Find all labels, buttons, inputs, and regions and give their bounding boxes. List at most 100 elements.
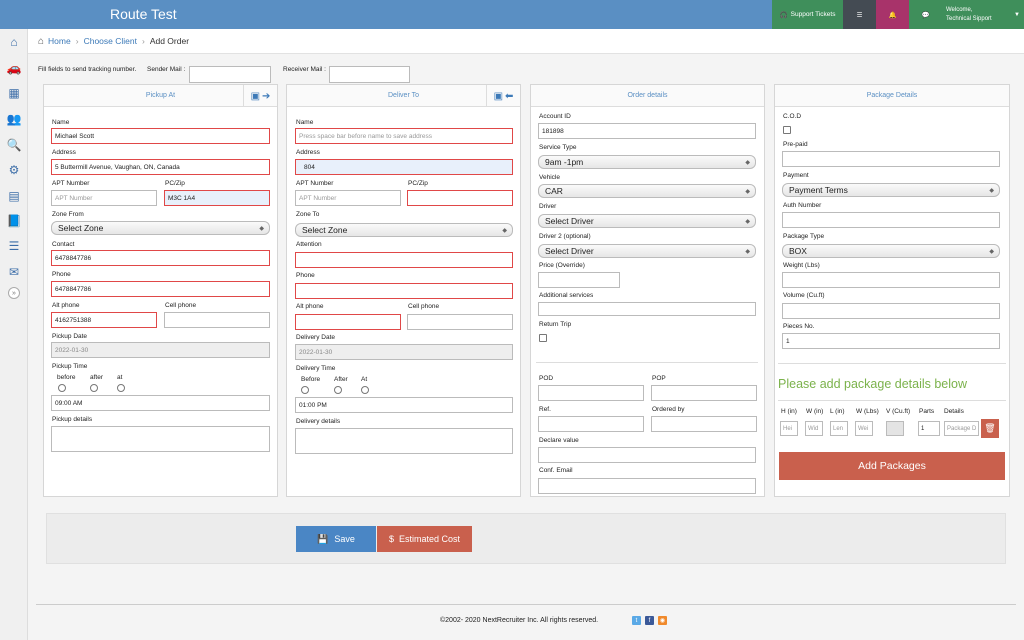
pickup-contact-input[interactable]: 6478847786	[51, 250, 270, 266]
receiver-mail-input[interactable]	[329, 66, 410, 83]
pickup-name-input[interactable]: Michael Scott	[51, 128, 270, 144]
auth-number-input[interactable]	[782, 212, 1000, 228]
pickup-address-input[interactable]: 5 Buttermill Avenue, Vaughan, ON, Canada	[51, 159, 270, 175]
deliver-cell-phone-input[interactable]	[407, 314, 513, 330]
sender-mail-input[interactable]	[189, 66, 271, 83]
mail-icon[interactable]: ✉	[6, 264, 22, 280]
pickup-zip-input[interactable]: M3C 1A4	[164, 190, 270, 206]
pkg-width-input[interactable]: Wid	[805, 421, 823, 436]
volume-input[interactable]	[782, 303, 1000, 319]
home-icon[interactable]: ⌂	[6, 34, 22, 50]
save-address-button[interactable]: ▣ ➔	[243, 85, 277, 107]
pop-input[interactable]	[651, 385, 757, 401]
cod-checkbox[interactable]	[783, 126, 791, 134]
pickup-time-after-radio[interactable]	[90, 384, 98, 392]
deliver-apt-input[interactable]: APT Number	[295, 190, 401, 206]
collapse-sidebar-button[interactable]: »	[8, 287, 20, 299]
rss-icon[interactable]: ◉	[658, 616, 667, 625]
pkg-volume-input[interactable]	[886, 421, 904, 436]
add-packages-button[interactable]: Add Packages	[779, 452, 1005, 480]
delete-row-button[interactable]: 🗑	[981, 419, 999, 438]
copyright: ©2002- 2020 NextRecruiter Inc. All right…	[440, 617, 599, 624]
deliver-phone-input[interactable]	[295, 283, 513, 299]
delivery-time-before-radio[interactable]	[301, 386, 309, 394]
delivery-details-textarea[interactable]	[295, 428, 513, 454]
pickup-details-textarea[interactable]	[51, 426, 270, 452]
address-book-icon: ▣	[493, 90, 504, 102]
book-icon[interactable]: 📘	[6, 213, 22, 229]
weight-input[interactable]	[782, 272, 1000, 288]
payment-select[interactable]: Payment Terms ◆	[782, 183, 1000, 197]
pkg-details-input[interactable]: Package D	[944, 421, 979, 436]
arrow-right-icon: ➔	[262, 90, 271, 102]
pickup-phone-input[interactable]: 6478847786	[51, 281, 270, 297]
twitter-icon[interactable]: t	[632, 616, 641, 625]
volume-label: Volume (Cu.ft)	[783, 292, 825, 299]
user-menu[interactable]: Welcome, Technical Sipport ▼	[942, 0, 1024, 29]
list-icon[interactable]: ☰	[6, 238, 22, 254]
return-trip-checkbox[interactable]	[539, 334, 547, 342]
delivery-time-at-radio[interactable]	[361, 386, 369, 394]
conf-email-input[interactable]	[538, 478, 756, 494]
facebook-icon[interactable]: f	[645, 616, 654, 625]
breadcrumb-home[interactable]: Home	[48, 36, 71, 46]
cod-label: C.O.D	[783, 113, 802, 120]
app-title[interactable]: Route Test	[110, 6, 177, 22]
deliver-zone-select[interactable]: Select Zone ◆	[295, 223, 513, 237]
pickup-time-before-radio[interactable]	[58, 384, 66, 392]
save-button[interactable]: 💾 Save	[296, 526, 376, 552]
users-icon[interactable]: 👥	[6, 111, 22, 127]
deliver-address-input[interactable]: 804	[295, 159, 513, 175]
price-override-input[interactable]	[538, 272, 620, 288]
breadcrumb-choose-client[interactable]: Choose Client	[84, 36, 137, 46]
pickup-cell-phone-input[interactable]	[164, 312, 270, 328]
declare-value-input[interactable]	[538, 447, 756, 463]
deliver-zone-label: Zone To	[296, 211, 320, 218]
vehicle-select[interactable]: CAR ◆	[538, 184, 756, 198]
additional-services-input[interactable]	[538, 302, 756, 316]
driver2-select[interactable]: Select Driver ◆	[538, 244, 756, 258]
account-id-input[interactable]: 181898	[538, 123, 756, 139]
car-icon[interactable]: 🚗	[6, 60, 22, 76]
pickup-alt-phone-input[interactable]: 4162751388	[51, 312, 157, 328]
estimated-cost-button[interactable]: $ Estimated Cost	[377, 526, 472, 552]
ref-input[interactable]	[538, 416, 644, 432]
driver-select[interactable]: Select Driver ◆	[538, 214, 756, 228]
pkg-length-input[interactable]: Len	[830, 421, 848, 436]
calendar-icon[interactable]: ▦	[6, 85, 22, 101]
table-header-l: L (in)	[830, 408, 845, 415]
prepaid-input[interactable]	[782, 151, 1000, 167]
deliver-name-input[interactable]: Press space bar before name to save addr…	[295, 128, 513, 144]
deliver-zip-input[interactable]	[407, 190, 513, 206]
pickup-time-input[interactable]: 09:00 AM	[51, 395, 270, 411]
headset-icon: 🎧	[779, 11, 788, 19]
pkg-weight-input[interactable]: Wei	[855, 421, 873, 436]
load-address-button[interactable]: ▣ ⬅	[486, 85, 520, 107]
deliver-alt-phone-input[interactable]	[295, 314, 401, 330]
delivery-time-input[interactable]: 01:00 PM	[295, 397, 513, 413]
order-divider	[536, 362, 758, 363]
pickup-time-at-radio[interactable]	[117, 384, 125, 392]
building-icon[interactable]: ▤	[6, 188, 22, 204]
tasks-button[interactable]: ☰	[843, 0, 876, 29]
receiver-mail-label: Receiver Mail :	[283, 66, 326, 73]
messages-button[interactable]: 💬	[909, 0, 942, 29]
ordered-by-input[interactable]	[651, 416, 757, 432]
delivery-date-input[interactable]: 2022-01-30	[295, 344, 513, 360]
pod-input[interactable]	[538, 385, 644, 401]
support-tickets-button[interactable]: 🎧 Support Tickets	[772, 0, 843, 29]
delivery-time-after-radio[interactable]	[334, 386, 342, 394]
pieces-input[interactable]: 1	[782, 333, 1000, 349]
pickup-zone-select[interactable]: Select Zone ◆	[51, 221, 270, 235]
deliver-attention-input[interactable]	[295, 252, 513, 268]
package-type-select[interactable]: BOX ◆	[782, 244, 1000, 258]
pkg-height-input[interactable]: Hei	[780, 421, 798, 436]
delivery-time-at-label: At	[361, 376, 368, 383]
gear-icon[interactable]: ⚙	[6, 162, 22, 178]
service-type-select[interactable]: 9am -1pm ◆	[538, 155, 756, 169]
search-icon[interactable]: 🔍	[6, 137, 22, 153]
pickup-apt-input[interactable]: APT Number	[51, 190, 157, 206]
pkg-parts-input[interactable]: 1	[918, 421, 940, 436]
notifications-button[interactable]: 🔔	[876, 0, 909, 29]
pickup-date-input[interactable]: 2022-01-30	[51, 342, 270, 358]
